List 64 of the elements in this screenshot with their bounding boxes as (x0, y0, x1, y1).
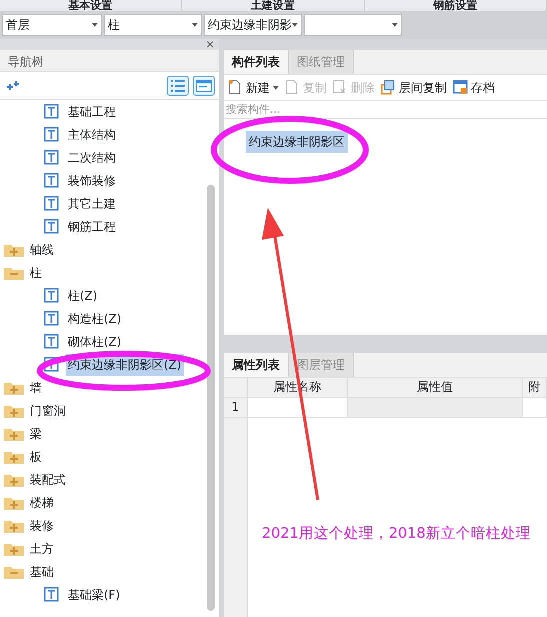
tree-item[interactable]: 钢筋工程 (0, 215, 219, 238)
tree-item[interactable]: 板 (0, 445, 219, 468)
structure-icon (44, 310, 60, 326)
tree-item[interactable]: 墙 (0, 376, 219, 399)
structure-icon (44, 334, 60, 350)
structure-icon (44, 150, 60, 166)
structure-icon (44, 586, 60, 602)
toolbar-button[interactable]: 新建 (228, 78, 279, 96)
column-header: 属性值 (348, 378, 523, 398)
annotation-text: 2021用这个处理，2018新立个暗柱处理 (262, 524, 532, 544)
toolbar-button[interactable]: 层间复制 (381, 78, 447, 96)
dropdown[interactable]: 首层 (2, 14, 102, 36)
dropdown[interactable]: 柱 (104, 14, 202, 36)
tree-item[interactable]: 其它土建 (0, 192, 219, 215)
tree-item[interactable]: 轴线 (0, 238, 219, 261)
window-icon (196, 80, 212, 92)
delete-icon (333, 80, 348, 95)
list-icon (171, 80, 185, 92)
tree-item[interactable]: 楼梯 (0, 491, 219, 514)
tree-item[interactable]: 构造柱(Z) (0, 307, 219, 330)
tree-item[interactable]: 二次结构 (0, 146, 219, 169)
tree-item[interactable]: 砌体柱(Z) (0, 330, 219, 353)
list-item[interactable]: 约束边缘非阴影区 (246, 131, 348, 153)
column-header: 附 (523, 378, 547, 398)
list-view-button[interactable] (167, 76, 189, 96)
tree-item[interactable]: 柱(Z) (0, 284, 219, 307)
structure-icon (44, 218, 60, 234)
structure-icon (44, 126, 60, 142)
tree-item[interactable]: 梁 (0, 422, 219, 445)
close-button[interactable]: × (206, 39, 215, 50)
tree-item[interactable]: 基础梁(F) (0, 583, 219, 606)
panel-title: 导航树 (0, 50, 219, 72)
tree-item[interactable]: 主体结构 (0, 123, 219, 146)
tree-item[interactable]: 装修 (0, 514, 219, 537)
tree-item[interactable]: 基础工程 (0, 100, 219, 123)
tree-item[interactable]: 装饰装修 (0, 169, 219, 192)
structure-icon (44, 196, 60, 212)
caret-icon (92, 23, 98, 27)
structure-icon (44, 288, 60, 304)
new-document-icon (228, 80, 243, 95)
panel-view-button[interactable] (193, 76, 215, 96)
tab[interactable]: 属性列表 (224, 353, 289, 377)
structure-icon (44, 356, 60, 372)
copy-icon (285, 80, 300, 95)
search-field[interactable]: 搜索构件... (224, 101, 547, 119)
caret-icon (292, 23, 298, 27)
tree-item[interactable]: 柱 (0, 261, 219, 284)
scrollbar[interactable] (207, 185, 215, 611)
tab[interactable]: 构件列表 (224, 50, 289, 74)
tree-item[interactable]: 土方 (0, 537, 219, 560)
toolbar-button[interactable]: 存档 (453, 78, 495, 96)
dropdown[interactable]: 约束边缘非阴影 (204, 14, 302, 36)
layers-icon (381, 80, 396, 95)
tree-item[interactable]: 门窗洞 (0, 399, 219, 422)
caret-icon (392, 23, 398, 27)
add-icon (6, 80, 20, 90)
dropdown[interactable] (304, 14, 402, 36)
structure-icon (44, 172, 60, 188)
row-number: 1 (224, 398, 248, 418)
tree-item[interactable]: 基础 (0, 560, 219, 583)
tree-item[interactable]: 装配式 (0, 468, 219, 491)
caret-icon (192, 23, 198, 27)
save-icon (453, 80, 468, 95)
structure-icon (44, 104, 60, 120)
